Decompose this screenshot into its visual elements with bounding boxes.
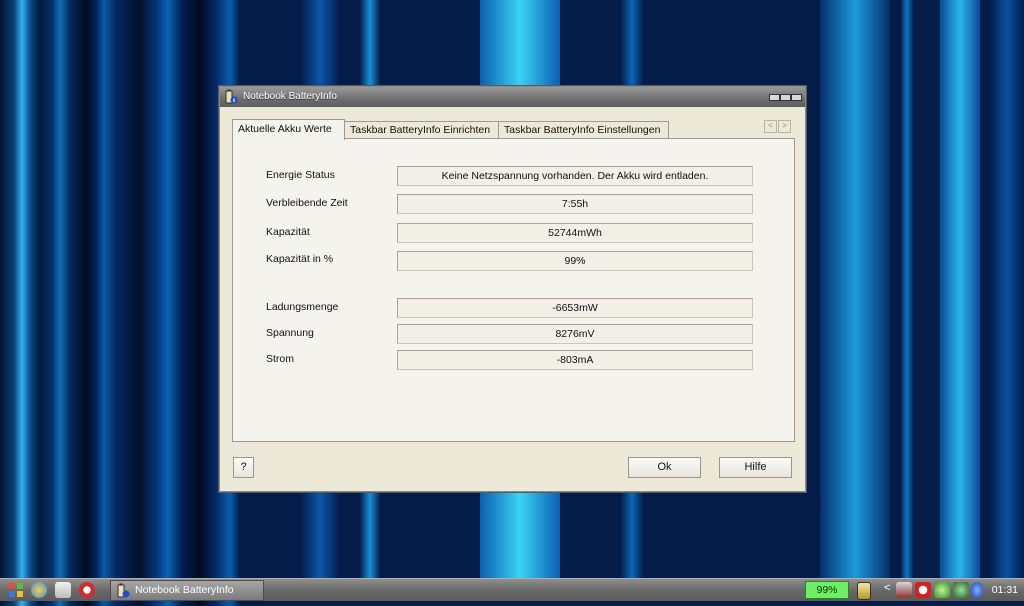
taskbar: Notebook BatteryInfo 99% < 01:31 <box>0 578 1024 601</box>
battery-percent-indicator[interactable]: 99% <box>805 581 849 599</box>
tab-label: Aktuelle Akku Werte <box>238 123 332 135</box>
wallpaper-stripe <box>820 0 890 600</box>
tab-label: Taskbar BatteryInfo Einrichten <box>350 124 491 136</box>
network-icon[interactable] <box>896 582 912 598</box>
capacity-percent-label: Kapazität in % <box>266 253 334 265</box>
volume-icon[interactable] <box>934 582 950 598</box>
tab-scroll-left-button[interactable]: < <box>764 120 777 133</box>
tab-taskbar-einstellungen[interactable]: Taskbar BatteryInfo Einstellungen <box>498 121 669 139</box>
battery-tray-icon[interactable] <box>857 582 871 600</box>
wallpaper-stripe <box>900 0 914 600</box>
network-status-icon[interactable] <box>953 582 969 598</box>
remaining-time-label: Verbleibende Zeit <box>266 197 348 209</box>
bluetooth-icon[interactable] <box>971 582 983 598</box>
chevron-right-icon: > <box>782 121 787 130</box>
tray-expand-icon[interactable]: < <box>884 582 890 594</box>
tab-label: Taskbar BatteryInfo Einstellungen <box>504 124 661 136</box>
ok-button[interactable]: Ok <box>628 457 701 478</box>
tab-taskbar-einrichten[interactable]: Taskbar BatteryInfo Einrichten <box>344 121 499 139</box>
voltage-label: Spannung <box>266 327 314 339</box>
media-icon[interactable] <box>79 582 95 598</box>
drive-icon[interactable] <box>55 582 71 598</box>
tab-aktuelle-akku-werte[interactable]: Aktuelle Akku Werte <box>232 119 345 140</box>
tab-scroll-right-button[interactable]: > <box>778 120 791 133</box>
battery-info-window: Notebook BatteryInfo Aktuelle Akku Werte… <box>218 85 807 493</box>
capacity-percent-value: 99% <box>397 251 753 271</box>
wallpaper-stripe <box>940 0 980 600</box>
taskbar-button-battery-info[interactable]: Notebook BatteryInfo <box>110 580 264 601</box>
charge-rate-label: Ladungsmenge <box>266 301 339 313</box>
window-title: Notebook BatteryInfo <box>243 91 337 102</box>
window-maximize-icon[interactable] <box>780 94 791 101</box>
browser-icon[interactable] <box>31 582 47 598</box>
wallpaper-stripe <box>990 0 1024 600</box>
taskbar-clock[interactable]: 01:31 <box>992 579 1018 601</box>
start-menu-icon[interactable] <box>8 582 24 598</box>
battery-app-icon <box>224 89 238 105</box>
current-label: Strom <box>266 353 295 365</box>
current-value: -803mA <box>397 350 753 370</box>
charge-rate-value: -6653mW <box>397 298 753 318</box>
taskbar-button-label: Notebook BatteryInfo <box>135 584 234 596</box>
help-button[interactable]: Hilfe <box>719 457 792 478</box>
help-question-button[interactable]: ? <box>233 457 254 478</box>
remaining-time-value: 7:55h <box>397 194 753 214</box>
voltage-value: 8276mV <box>397 324 753 344</box>
antivirus-icon[interactable] <box>915 582 931 598</box>
title-bar[interactable]: Notebook BatteryInfo <box>220 87 805 107</box>
battery-values-panel: Energie Status Keine Netzspannung vorhan… <box>232 138 795 442</box>
window-close-icon[interactable] <box>791 94 802 101</box>
window-minimize-icon[interactable] <box>769 94 780 101</box>
capacity-label: Kapazität <box>266 226 310 238</box>
chevron-left-icon: < <box>768 121 773 130</box>
capacity-value: 52744mWh <box>397 223 753 243</box>
energy-status-label: Energie Status <box>266 169 335 181</box>
energy-status-value: Keine Netzspannung vorhanden. Der Akku w… <box>397 166 753 186</box>
battery-app-icon <box>116 583 130 606</box>
